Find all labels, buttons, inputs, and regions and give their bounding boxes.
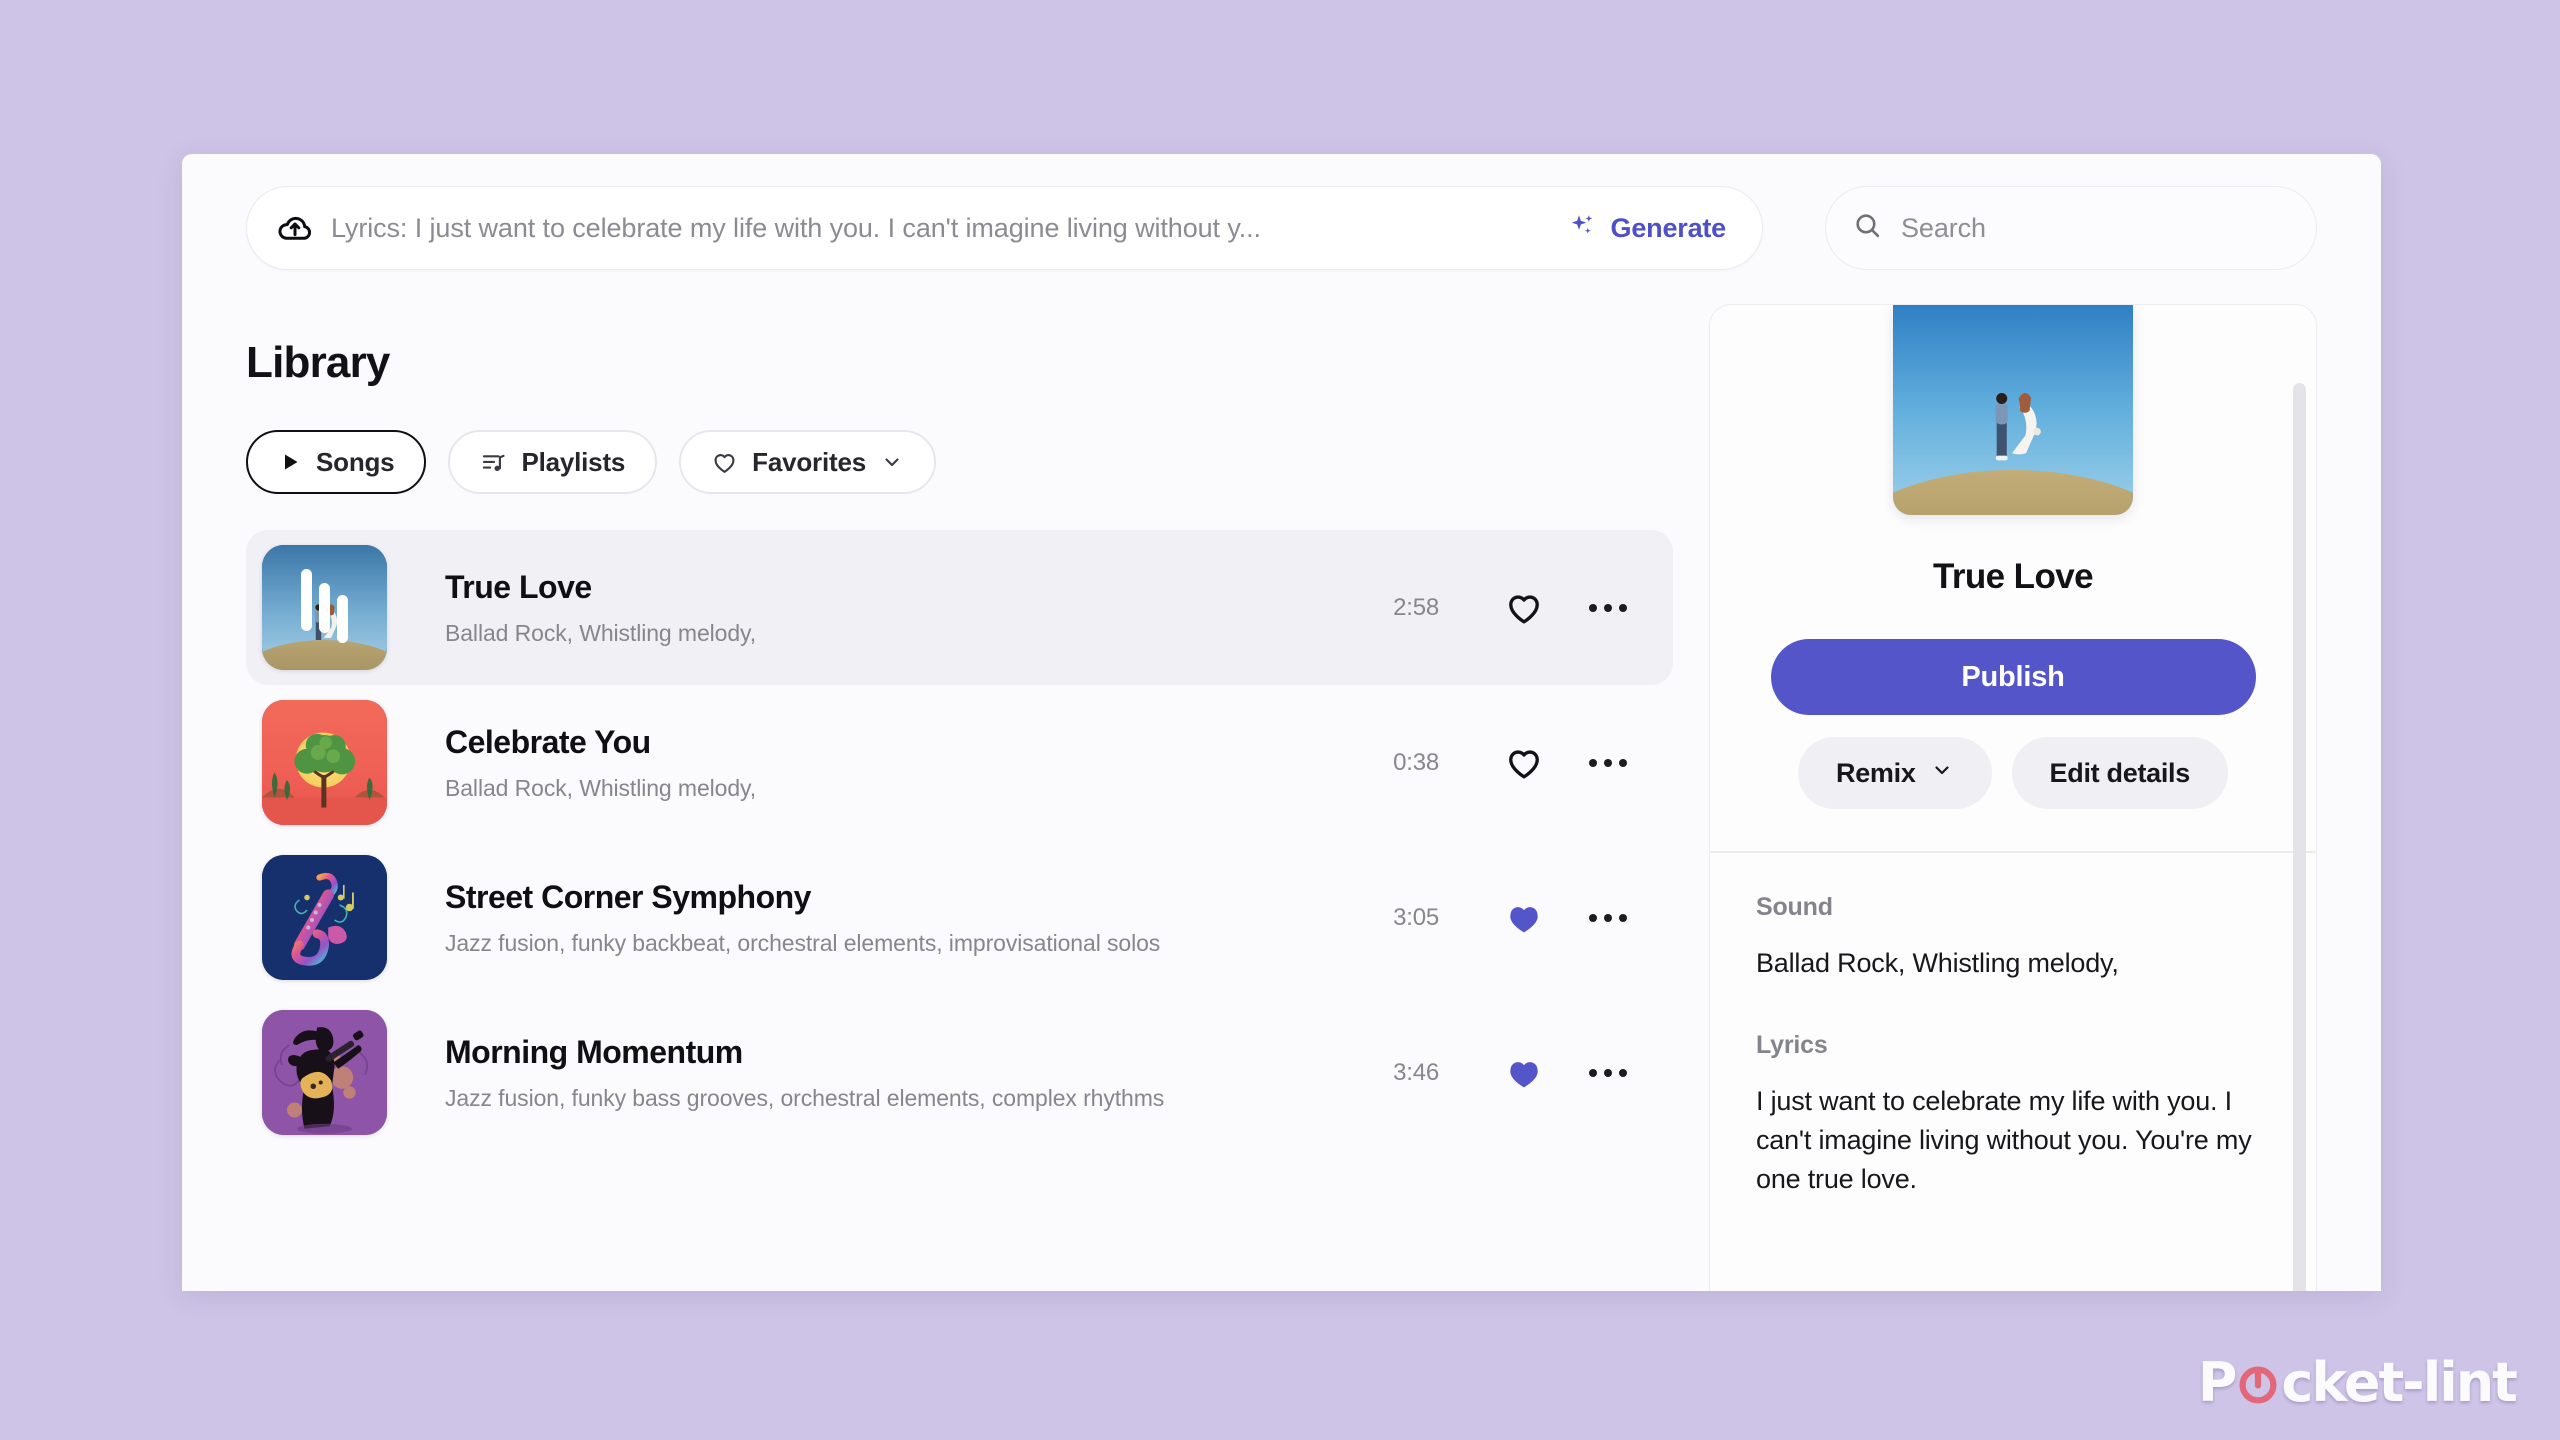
detail-song-title: True Love [1933, 557, 2094, 596]
search-input[interactable]: Search [1825, 186, 2317, 270]
song-tags: Jazz fusion, funky bass grooves, orchest… [445, 1084, 1165, 1111]
song-info: Celebrate You Ballad Rock, Whistling mel… [387, 724, 1393, 802]
sound-value: Ballad Rock, Whistling melody, [1756, 947, 2119, 978]
page-title: Library [246, 338, 390, 387]
pocket-lint-watermark: P cket-lint [2197, 1351, 2518, 1414]
lyrics-section: Lyrics I just want to celebrate my life … [1756, 1031, 2270, 1199]
table-row[interactable]: Celebrate You Ballad Rock, Whistling mel… [246, 685, 1673, 840]
library-filter-chips: Songs Playlists Favorites [246, 430, 1673, 494]
table-row[interactable]: Morning Momentum Jazz fusion, funky bass… [246, 995, 1673, 1150]
more-options-button[interactable] [1581, 581, 1635, 635]
detail-panel-scrollbar[interactable] [2293, 383, 2306, 1291]
chevron-down-icon [880, 450, 904, 474]
more-horizontal-icon [1589, 603, 1627, 612]
table-row[interactable]: True Love Ballad Rock, Whistling melody,… [246, 530, 1673, 685]
watermark-text-before: P [2197, 1351, 2238, 1414]
sound-label: Sound [1756, 892, 1833, 921]
song-duration: 0:38 [1393, 748, 1439, 776]
chevron-down-icon [1930, 758, 1954, 789]
heart-outline-icon [711, 449, 738, 476]
song-title: Morning Momentum [445, 1033, 743, 1070]
publish-button[interactable]: Publish [1770, 639, 2256, 715]
detail-column: True Love Publish Remix Edit details Sou… [1709, 302, 2317, 1291]
song-tags: Ballad Rock, Whistling melody, [445, 619, 757, 646]
sparkles-icon [1567, 211, 1599, 246]
album-art-sunset-tree [262, 700, 387, 825]
generate-button[interactable]: Generate [1549, 205, 1732, 252]
detail-cover-art [1893, 305, 2133, 515]
song-detail-panel: True Love Publish Remix Edit details Sou… [1709, 304, 2317, 1291]
search-placeholder: Search [1901, 212, 1986, 243]
now-playing-equalizer-icon [262, 545, 387, 670]
playlist-icon [480, 449, 507, 476]
lyrics-value: I just want to celebrate my life with yo… [1756, 1085, 2252, 1194]
play-icon [278, 450, 302, 474]
album-art-saxophone [262, 855, 387, 980]
more-options-button[interactable] [1581, 891, 1635, 945]
song-tags: Jazz fusion, funky backbeat, orchestral … [445, 929, 1161, 956]
generate-label: Generate [1610, 212, 1727, 243]
song-info: Street Corner Symphony Jazz fusion, funk… [387, 879, 1393, 957]
chip-songs[interactable]: Songs [246, 430, 427, 494]
detail-action-row: Remix Edit details [1756, 737, 2270, 809]
song-duration: 3:05 [1393, 903, 1439, 931]
chip-favorites-label: Favorites [752, 446, 866, 477]
prompt-input-bar[interactable]: Lyrics: I just want to celebrate my life… [246, 186, 1763, 270]
song-list: True Love Ballad Rock, Whistling melody,… [246, 530, 1673, 1150]
song-duration: 2:58 [1393, 593, 1439, 621]
song-info: True Love Ballad Rock, Whistling melody, [387, 569, 1393, 647]
favorite-toggle[interactable] [1497, 1046, 1551, 1100]
lyrics-label: Lyrics [1756, 1030, 1828, 1059]
remix-label: Remix [1836, 757, 1916, 788]
song-title: True Love [445, 568, 592, 605]
library-column: Library Songs Playlists Favorites True L… [246, 302, 1673, 1291]
edit-details-button[interactable]: Edit details [2011, 737, 2228, 809]
remix-button[interactable]: Remix [1798, 737, 1992, 809]
song-title: Celebrate You [445, 723, 651, 760]
chip-favorites[interactable]: Favorites [679, 430, 936, 494]
content-area: Library Songs Playlists Favorites True L… [182, 302, 2381, 1291]
song-duration: 3:46 [1393, 1058, 1439, 1086]
top-bar: Lyrics: I just want to celebrate my life… [182, 154, 2381, 302]
more-horizontal-icon [1589, 913, 1627, 922]
song-tags: Ballad Rock, Whistling melody, [445, 774, 757, 801]
prompt-input-text[interactable]: Lyrics: I just want to celebrate my life… [331, 213, 1549, 244]
detail-scroll-area: True Love Publish Remix Edit details Sou… [1710, 305, 2316, 1291]
search-icon [1852, 210, 1883, 246]
app-window: Lyrics: I just want to celebrate my life… [182, 154, 2381, 1291]
table-row[interactable]: Street Corner Symphony Jazz fusion, funk… [246, 840, 1673, 995]
cloud-upload-icon[interactable] [275, 208, 315, 248]
song-info: Morning Momentum Jazz fusion, funky bass… [387, 1034, 1393, 1112]
album-art-guitarist [262, 1010, 387, 1135]
more-options-button[interactable] [1581, 736, 1635, 790]
favorite-toggle[interactable] [1497, 736, 1551, 790]
favorite-toggle[interactable] [1497, 891, 1551, 945]
divider [1710, 851, 2316, 853]
favorite-toggle[interactable] [1497, 581, 1551, 635]
chip-playlists[interactable]: Playlists [448, 430, 658, 494]
sound-section: Sound Ballad Rock, Whistling melody, [1756, 893, 2270, 983]
more-horizontal-icon [1589, 758, 1627, 767]
album-art-couple-on-hill [262, 545, 387, 670]
watermark-text-after: cket-lint [2281, 1351, 2518, 1414]
more-horizontal-icon [1589, 1068, 1627, 1077]
power-icon [2236, 1357, 2280, 1404]
chip-songs-label: Songs [316, 446, 395, 477]
more-options-button[interactable] [1581, 1046, 1635, 1100]
song-title: Street Corner Symphony [445, 878, 811, 915]
chip-playlists-label: Playlists [521, 446, 626, 477]
